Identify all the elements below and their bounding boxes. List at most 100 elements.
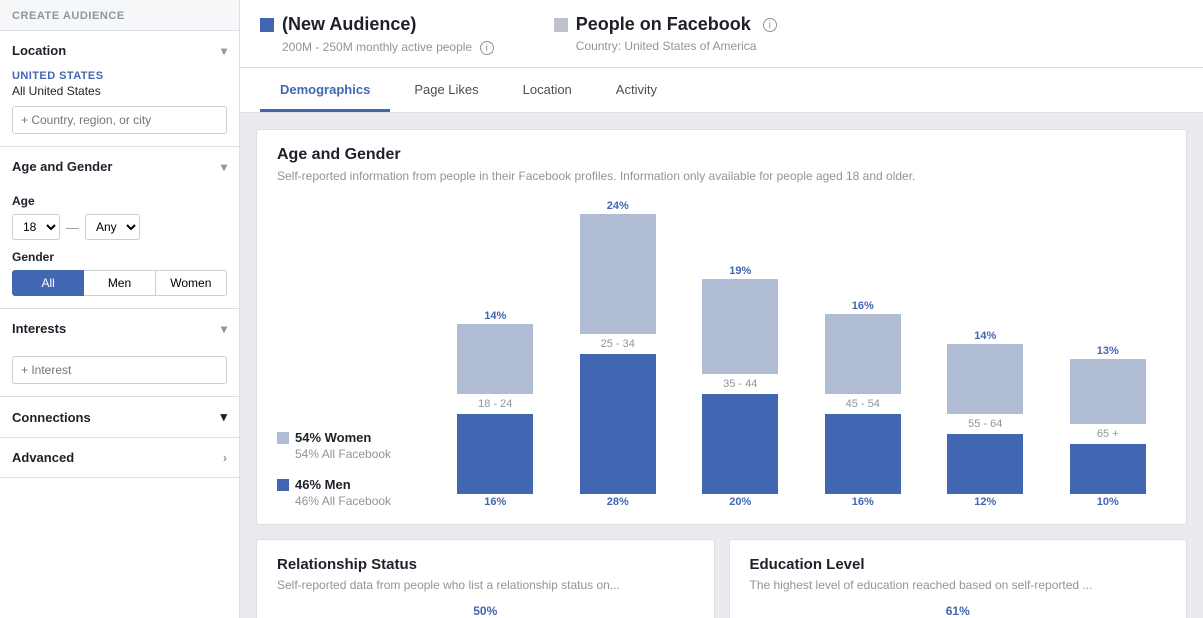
audience-header: (New Audience) 200M - 250M monthly activ… xyxy=(240,0,1203,68)
men-bar xyxy=(825,414,901,494)
chevron-down-icon: ▾ xyxy=(221,44,227,58)
age-from-select[interactable]: 18 xyxy=(12,214,60,240)
age-label: 65 + xyxy=(1097,428,1119,440)
age-field-label: Age xyxy=(12,194,227,208)
tab-activity[interactable]: Activity xyxy=(596,68,677,112)
age-gender-content: Age 18 — Any Gender All Men Women xyxy=(0,186,239,308)
gender-row: All Men Women xyxy=(12,270,227,296)
tab-location[interactable]: Location xyxy=(503,68,592,112)
bar-group: 14% 18 - 24 16% xyxy=(437,310,554,508)
bar-group: 16% 45 - 54 16% xyxy=(805,300,922,508)
sidebar-section-interests: Interests ▾ xyxy=(0,309,239,397)
women-pct-label: 13% xyxy=(1097,345,1119,357)
relationship-card-title: Relationship Status xyxy=(277,556,694,573)
location-input[interactable] xyxy=(12,106,227,134)
men-pct-label: 12% xyxy=(974,496,996,508)
audience-title-section: (New Audience) 200M - 250M monthly activ… xyxy=(260,14,494,55)
men-bar xyxy=(580,354,656,494)
women-bar xyxy=(580,214,656,334)
men-legend-label: 46% Men xyxy=(295,477,351,492)
age-label: 45 - 54 xyxy=(846,398,880,410)
sidebar-age-gender-label: Age and Gender xyxy=(12,159,112,174)
women-bar xyxy=(825,314,901,394)
tab-demographics[interactable]: Demographics xyxy=(260,68,390,112)
women-pct-label: 24% xyxy=(607,200,629,212)
sidebar-connections-label: Connections xyxy=(12,410,91,425)
sidebar-interests-label: Interests xyxy=(12,321,66,336)
interests-input[interactable] xyxy=(12,356,227,384)
sidebar-section-connections: Connections ▾ xyxy=(0,397,239,438)
sidebar-advanced-toggle[interactable]: Advanced › xyxy=(0,438,239,477)
men-bar xyxy=(702,394,778,494)
bar-group: 19% 35 - 44 20% xyxy=(682,265,799,508)
people-name: People on Facebook xyxy=(576,14,751,35)
relationship-pct: 50% xyxy=(473,604,497,618)
age-dash: — xyxy=(66,220,79,235)
men-bar xyxy=(457,414,533,494)
bar-group: 14% 55 - 64 12% xyxy=(927,330,1044,508)
women-legend-label: 54% Women xyxy=(295,430,371,445)
location-country-sub: All United States xyxy=(12,84,227,98)
women-bar xyxy=(947,344,1023,414)
tab-page-likes[interactable]: Page Likes xyxy=(394,68,498,112)
women-pct-label: 19% xyxy=(729,265,751,277)
audience-subtitle: 200M - 250M monthly active people i xyxy=(260,39,494,55)
education-preview: 61% xyxy=(750,604,1167,618)
gender-btn-men[interactable]: Men xyxy=(84,270,155,296)
women-pct-label: 14% xyxy=(484,310,506,322)
sidebar-advanced-label: Advanced xyxy=(12,450,74,465)
info-icon-2[interactable]: i xyxy=(763,18,777,32)
sidebar-interests-content xyxy=(0,348,239,396)
sidebar-section-age-gender: Age and Gender ▾ Age 18 — Any Gender All… xyxy=(0,147,239,309)
sidebar-location-content: United States All United States xyxy=(0,70,239,146)
info-icon[interactable]: i xyxy=(480,41,494,55)
women-bar xyxy=(457,324,533,394)
relationship-card-desc: Self-reported data from people who list … xyxy=(277,577,694,594)
sidebar-interests-toggle[interactable]: Interests ▾ xyxy=(0,309,239,348)
main-content: (New Audience) 200M - 250M monthly activ… xyxy=(240,0,1203,618)
women-pct-label: 14% xyxy=(974,330,996,342)
gender-field-label: Gender xyxy=(12,250,227,264)
men-bar xyxy=(947,434,1023,494)
chart-legend: 54% Women 54% All Facebook 46% Men 46% A… xyxy=(277,430,407,508)
women-bar xyxy=(702,279,778,374)
age-row: 18 — Any xyxy=(12,214,227,240)
age-to-select[interactable]: Any xyxy=(85,214,140,240)
sidebar-header: Create Audience xyxy=(0,0,239,31)
content-area: Age and Gender Self-reported information… xyxy=(240,113,1203,618)
gender-btn-women[interactable]: Women xyxy=(156,270,227,296)
men-legend-sub: 46% All Facebook xyxy=(295,494,407,508)
age-label: 25 - 34 xyxy=(601,338,635,350)
sidebar: Create Audience Location ▾ United States… xyxy=(0,0,240,618)
audience-icon xyxy=(260,18,274,32)
location-country-label: United States xyxy=(12,70,227,82)
age-label: 55 - 64 xyxy=(968,418,1002,430)
age-label: 35 - 44 xyxy=(723,378,757,390)
bottom-cards: Relationship Status Self-reported data f… xyxy=(256,539,1187,618)
education-card-desc: The highest level of education reached b… xyxy=(750,577,1167,594)
women-pct-label: 16% xyxy=(852,300,874,312)
people-sub: Country: United States of America xyxy=(576,39,777,53)
relationship-card: Relationship Status Self-reported data f… xyxy=(256,539,715,618)
chevron-right-icon: › xyxy=(223,451,227,465)
people-section: People on Facebook i Country: United Sta… xyxy=(554,14,777,53)
men-pct-label: 16% xyxy=(484,496,506,508)
women-swatch xyxy=(277,432,289,444)
age-gender-chart-title: Age and Gender xyxy=(277,146,1166,164)
sidebar-location-label: Location xyxy=(12,43,66,58)
age-label: 18 - 24 xyxy=(478,398,512,410)
age-gender-chart-card: Age and Gender Self-reported information… xyxy=(256,129,1187,526)
education-pct: 61% xyxy=(946,604,970,618)
education-card-title: Education Level xyxy=(750,556,1167,573)
men-pct-label: 16% xyxy=(852,496,874,508)
sidebar-age-gender-toggle[interactable]: Age and Gender ▾ xyxy=(0,147,239,186)
women-bar xyxy=(1070,359,1146,424)
legend-men: 46% Men 46% All Facebook xyxy=(277,477,407,508)
gender-btn-all[interactable]: All xyxy=(12,270,84,296)
sidebar-section-location: Location ▾ United States All United Stat… xyxy=(0,31,239,147)
sidebar-location-toggle[interactable]: Location ▾ xyxy=(0,31,239,70)
tabs-bar: Demographics Page Likes Location Activit… xyxy=(240,68,1203,113)
sidebar-connections-toggle[interactable]: Connections ▾ xyxy=(0,397,239,437)
legend-women: 54% Women 54% All Facebook xyxy=(277,430,407,461)
people-label-row: People on Facebook i xyxy=(554,14,777,35)
